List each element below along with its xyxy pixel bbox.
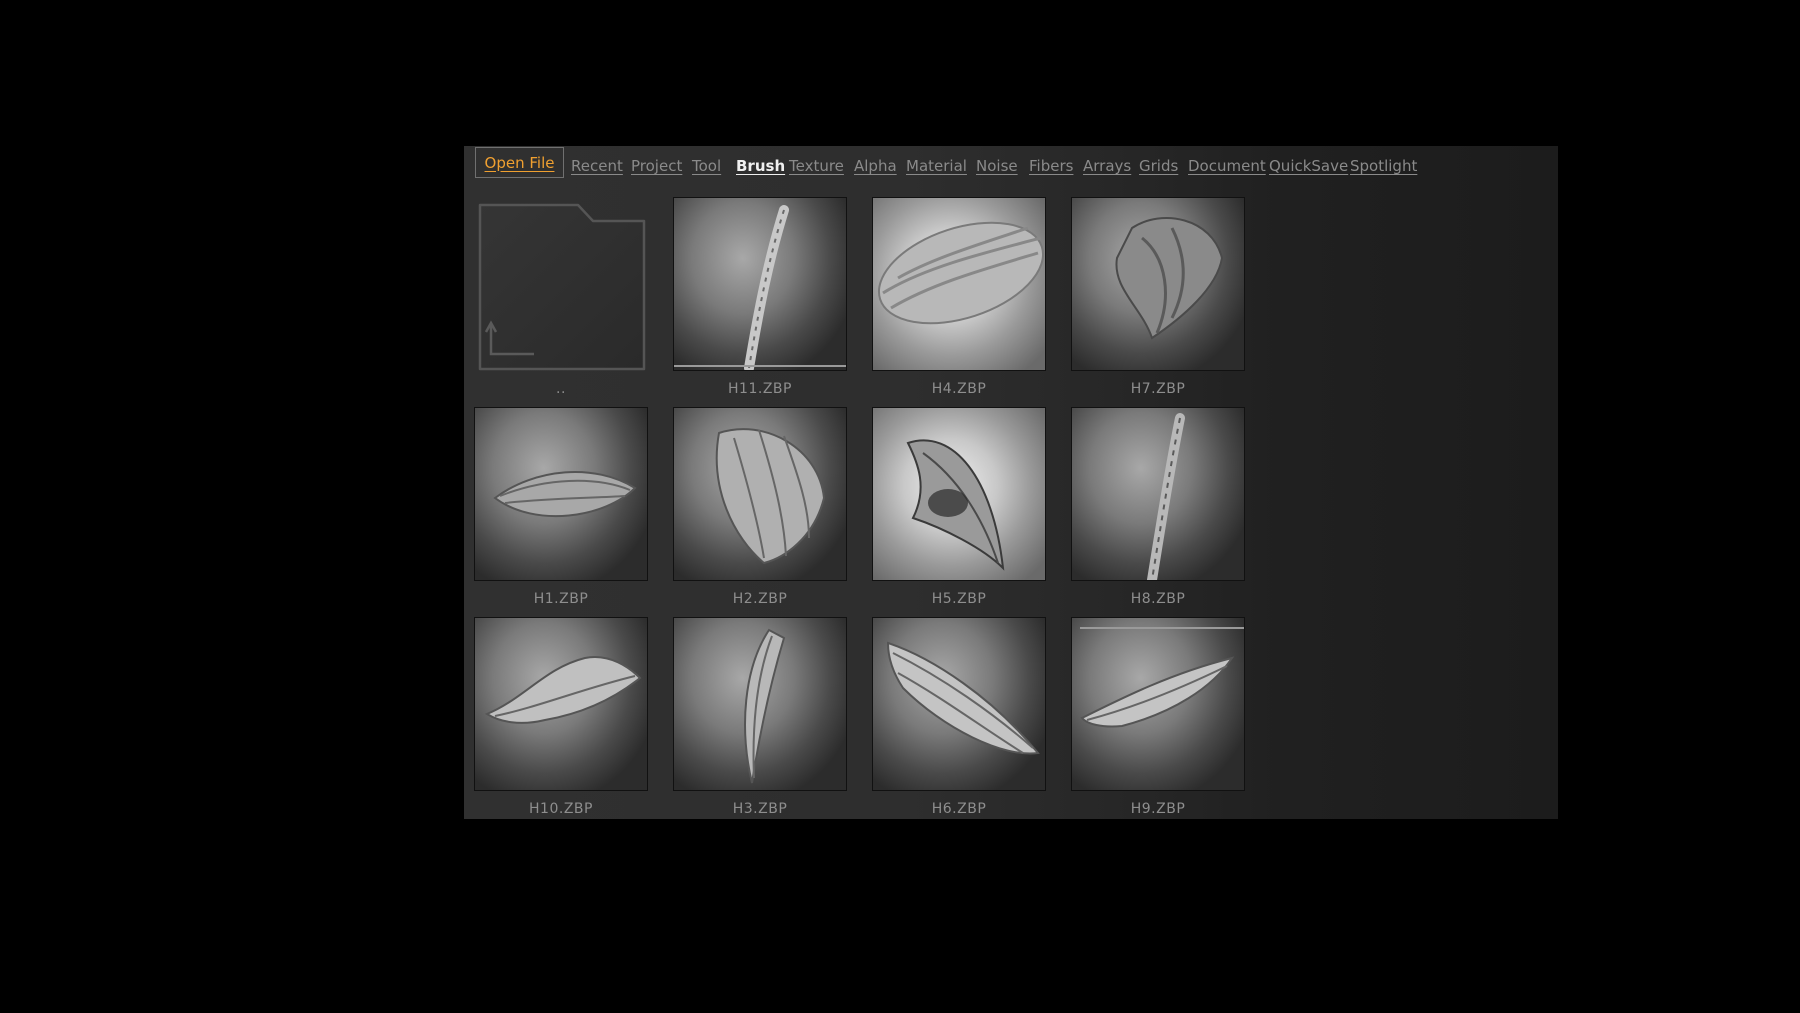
tab-brush[interactable]: Brush	[736, 157, 785, 175]
brush-thumbnail[interactable]	[872, 407, 1046, 581]
file-name: H8.ZBP	[1130, 591, 1186, 607]
file-item-h10[interactable]: H10.ZBP	[474, 617, 650, 819]
tab-material[interactable]: Material	[906, 157, 967, 175]
tab-spotlight[interactable]: Spotlight	[1350, 157, 1417, 175]
file-name: H6.ZBP	[931, 801, 987, 817]
file-item-h5[interactable]: H5.ZBP	[872, 407, 1048, 617]
tab-document[interactable]: Document	[1188, 157, 1266, 175]
tab-project[interactable]: Project	[631, 157, 682, 175]
open-file-button[interactable]: Open File	[475, 147, 564, 178]
brush-thumbnail[interactable]	[1071, 197, 1245, 371]
file-item-h2[interactable]: H2.ZBP	[673, 407, 849, 617]
file-item-h7[interactable]: H7.ZBP	[1071, 197, 1247, 407]
tab-fibers[interactable]: Fibers	[1029, 157, 1073, 175]
brush-thumbnail[interactable]	[673, 617, 847, 791]
file-item-h6[interactable]: H6.ZBP	[872, 617, 1048, 819]
file-name: H5.ZBP	[931, 591, 987, 607]
brush-thumbnail[interactable]	[872, 197, 1046, 371]
file-item-h11[interactable]: H11.ZBP	[673, 197, 849, 407]
file-browser-panel: Open File Recent Project Tool Brush Text…	[464, 146, 1558, 819]
tab-grids[interactable]: Grids	[1139, 157, 1178, 175]
file-name: ..	[556, 381, 566, 397]
file-name: H3.ZBP	[732, 801, 788, 817]
file-item-parent[interactable]: ..	[474, 197, 650, 407]
file-name: H1.ZBP	[533, 591, 589, 607]
tab-arrays[interactable]: Arrays	[1083, 157, 1131, 175]
brush-thumbnail[interactable]	[872, 617, 1046, 791]
tab-recent[interactable]: Recent	[571, 157, 623, 175]
file-item-h1[interactable]: H1.ZBP	[474, 407, 650, 617]
file-item-h4[interactable]: H4.ZBP	[872, 197, 1048, 407]
file-name: H4.ZBP	[931, 381, 987, 397]
brush-thumbnail[interactable]	[673, 197, 847, 371]
brush-thumbnail[interactable]	[1071, 617, 1245, 791]
brush-thumbnail[interactable]	[673, 407, 847, 581]
brush-thumbnail[interactable]	[1071, 407, 1245, 581]
file-item-h9[interactable]: H9.ZBP	[1071, 617, 1247, 819]
file-name: H9.ZBP	[1130, 801, 1186, 817]
parent-folder-icon[interactable]	[474, 197, 648, 371]
file-name: H2.ZBP	[732, 591, 788, 607]
file-name: H7.ZBP	[1130, 381, 1186, 397]
file-item-h8[interactable]: H8.ZBP	[1071, 407, 1247, 617]
tab-noise[interactable]: Noise	[976, 157, 1018, 175]
tab-tool[interactable]: Tool	[692, 157, 721, 175]
tab-bar: Open File Recent Project Tool Brush Text…	[475, 146, 1558, 184]
brush-thumbnail[interactable]	[474, 407, 648, 581]
file-name: H10.ZBP	[529, 801, 593, 817]
file-item-h3[interactable]: H3.ZBP	[673, 617, 849, 819]
tab-quicksave[interactable]: QuickSave	[1269, 157, 1348, 175]
file-name: H11.ZBP	[728, 381, 792, 397]
tab-texture[interactable]: Texture	[789, 157, 844, 175]
tab-alpha[interactable]: Alpha	[854, 157, 897, 175]
brush-thumbnail[interactable]	[474, 617, 648, 791]
